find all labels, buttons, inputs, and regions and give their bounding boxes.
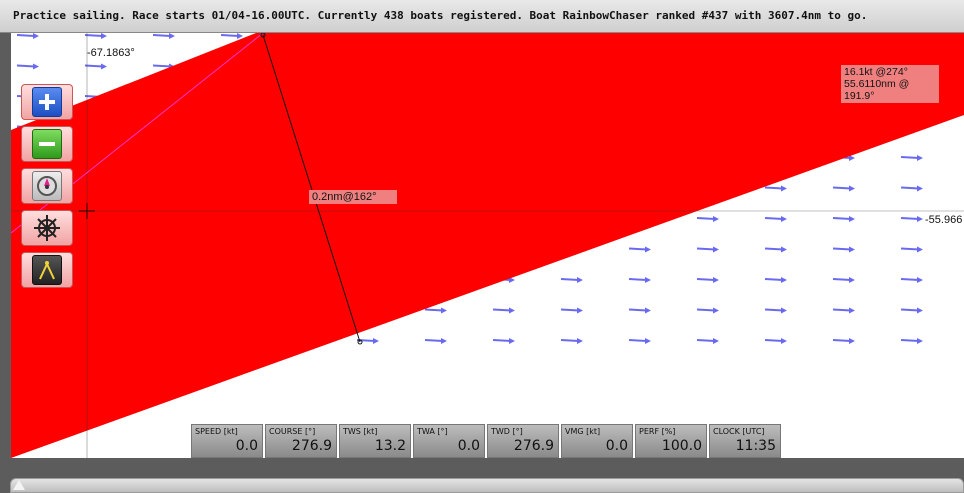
title-bar: Practice sailing. Race starts 01/04-16.0…	[0, 0, 964, 33]
wind-arrow	[764, 246, 787, 253]
timeline-thumb[interactable]	[13, 480, 25, 490]
speed-value: 0.0	[235, 438, 258, 454]
red-zone	[11, 33, 964, 458]
wind-arrow	[900, 277, 923, 283]
speed-label: SPEED [kt]	[195, 427, 238, 436]
tws-value: 13.2	[374, 438, 406, 454]
wind-arrow	[696, 246, 719, 253]
vmg-cell: VMG [kt] 0.0	[561, 424, 633, 458]
wind-arrow	[560, 277, 583, 283]
course-label: COURSE [°]	[269, 427, 316, 436]
wind-arrow	[764, 185, 787, 192]
clock-label: CLOCK [UTC]	[713, 427, 765, 436]
wind-arrow	[628, 338, 651, 344]
wind-arrow	[832, 246, 855, 253]
wind-arrow	[84, 33, 107, 39]
wind-arrow	[560, 338, 583, 344]
map-view[interactable]: -67.1863° -55.966 0.2nm@162° 16.1kt @274…	[11, 33, 964, 458]
wind-arrow	[764, 277, 787, 283]
wind-arrow	[560, 307, 583, 314]
ship-wheel-icon	[33, 214, 61, 242]
wind-arrow	[696, 216, 719, 222]
perf-value: 100.0	[661, 438, 702, 454]
wind-arrow	[628, 277, 651, 283]
course-value: 276.9	[291, 438, 332, 454]
course-cell: COURSE [°] 276.9	[265, 424, 337, 458]
wind-arrow	[696, 307, 719, 314]
zoom-out-button[interactable]	[21, 126, 73, 162]
wind-arrow	[900, 185, 923, 192]
wind-arrow	[424, 307, 447, 314]
timeline-bar	[0, 458, 964, 493]
wind-arrow	[832, 307, 855, 314]
wind-arrow	[696, 338, 719, 344]
wind-arrow	[356, 338, 379, 344]
wind-arrow	[764, 216, 787, 222]
wind-arrow	[900, 246, 923, 253]
boat-speed-heading: 16.1kt @274°	[844, 66, 908, 78]
twd-value: 276.9	[513, 438, 554, 454]
tws-label: TWS [kt]	[343, 427, 378, 436]
timeline-track[interactable]	[10, 478, 964, 493]
twd-label: TWD [°]	[491, 427, 523, 436]
wind-arrow	[492, 307, 515, 314]
measure-button[interactable]	[21, 252, 73, 288]
wind-arrow	[900, 307, 923, 314]
wind-arrow	[16, 33, 39, 39]
perf-cell: PERF [%] 100.0	[635, 424, 707, 458]
wind-arrow	[152, 33, 175, 39]
wind-arrow	[900, 338, 923, 344]
boat-info-tooltip: 16.1kt @274° 55.6110nm @ 191.9°	[841, 65, 939, 103]
wind-arrow	[696, 277, 719, 283]
wind-arrow	[900, 216, 923, 222]
wind-arrow	[84, 63, 107, 70]
status-bar: SPEED [kt] 0.0 COURSE [°] 276.9 TWS [kt] 13…	[191, 424, 783, 458]
wind-arrow	[220, 33, 243, 39]
zoom-in-button[interactable]	[21, 84, 73, 120]
helm-button[interactable]	[21, 210, 73, 246]
longitude-readout: -55.966	[925, 214, 963, 226]
wind-arrow	[764, 338, 787, 344]
wind-arrow	[628, 246, 651, 253]
plus-icon	[32, 87, 62, 117]
wind-arrow	[628, 307, 651, 314]
measure-distance-label: 0.2nm@162°	[309, 190, 397, 204]
divider-compass-icon	[32, 255, 62, 285]
center-boat-button[interactable]	[21, 168, 73, 204]
clock-value: 11:35	[735, 438, 776, 454]
compass-icon	[32, 171, 62, 201]
map-canvas[interactable]	[11, 33, 964, 458]
wind-arrow	[900, 155, 923, 161]
boat-distance-bearing: 55.6110nm @ 191.9°	[844, 78, 910, 102]
vmg-label: VMG [kt]	[565, 427, 601, 436]
twa-label: TWA [°]	[417, 427, 448, 436]
twd-cell: TWD [°] 276.9	[487, 424, 559, 458]
minus-icon	[32, 129, 62, 159]
twa-cell: TWA [°] 0.0	[413, 424, 485, 458]
vmg-value: 0.0	[605, 438, 628, 454]
measure-distance-text: 0.2nm@162°	[312, 191, 377, 203]
tws-cell: TWS [kt] 13.2	[339, 424, 411, 458]
perf-label: PERF [%]	[639, 427, 676, 436]
clock-cell: CLOCK [UTC] 11:35	[709, 424, 781, 458]
wind-arrow	[764, 307, 787, 314]
wind-arrow	[492, 338, 515, 344]
wind-arrow	[832, 216, 855, 222]
wind-arrow	[832, 277, 855, 283]
twa-value: 0.0	[457, 438, 480, 454]
wind-arrow	[424, 338, 447, 344]
race-status-message: Practice sailing. Race starts 01/04-16.0…	[13, 9, 868, 22]
speed-cell: SPEED [kt] 0.0	[191, 424, 263, 458]
wind-arrow	[832, 185, 855, 192]
latitude-readout: -67.1863°	[87, 47, 135, 59]
wind-arrow	[16, 63, 39, 70]
wind-arrow	[832, 338, 855, 344]
